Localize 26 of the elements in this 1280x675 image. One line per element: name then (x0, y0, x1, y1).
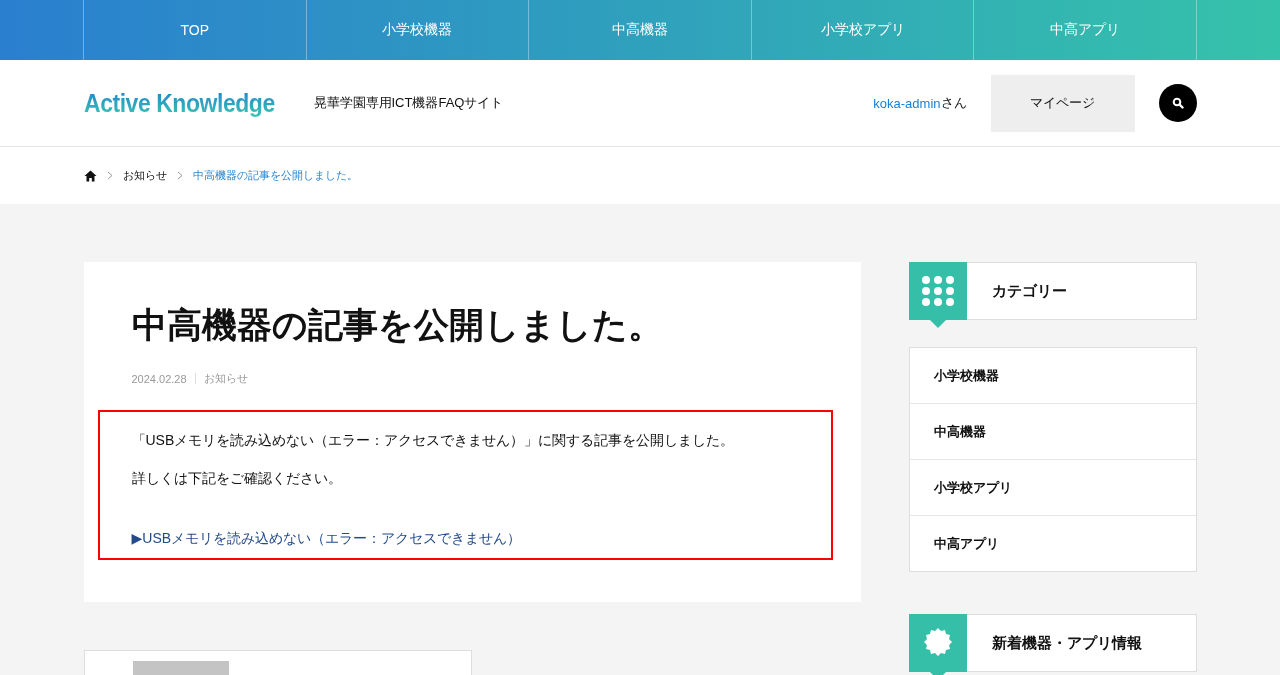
category-link[interactable]: 小学校機器 (909, 348, 1196, 404)
article-link[interactable]: ▶USBメモリを読み込めない（エラー：アクセスできません） (131, 530, 799, 548)
site-tagline: 晃華学園専用ICT機器FAQサイト (313, 94, 504, 112)
home-icon[interactable] (83, 169, 97, 182)
article-paragraph: 「USBメモリを読み込めない（エラー：アクセスできません）」に関する記事を公開しました。 (131, 432, 736, 450)
article-title: 中高機器の記事を公開しました。 (131, 304, 664, 346)
search-button[interactable] (1158, 84, 1197, 122)
widget-title: 新着機器・アプリ情報 (991, 633, 1142, 653)
category-link[interactable]: お知らせ (203, 371, 248, 386)
user-name-link[interactable]: koka-admin (873, 95, 941, 111)
chevron-icon (176, 171, 183, 180)
widget-title: カテゴリー (991, 281, 1067, 301)
grid-icon (920, 275, 955, 307)
category-link[interactable]: 中高アプリ (909, 516, 1196, 571)
user-suffix: さん (940, 94, 967, 112)
article-paragraph: 詳しくは下記をご確認ください。 (131, 470, 343, 488)
breadcrumb-link[interactable]: お知らせ (122, 168, 167, 183)
icon-tile (908, 614, 967, 675)
chevron-icon (106, 171, 113, 180)
new-badge-icon (922, 627, 953, 657)
category-link[interactable]: 小学校アプリ (909, 460, 1196, 516)
search-icon (1171, 97, 1184, 109)
article-date: 2024.02.28 (131, 372, 187, 385)
category-link[interactable]: 中高機器 (909, 404, 1196, 460)
breadcrumb-link[interactable]: 中高機器の記事を公開しました。 (192, 168, 358, 183)
mypage-button[interactable]: マイページ (990, 74, 1135, 132)
